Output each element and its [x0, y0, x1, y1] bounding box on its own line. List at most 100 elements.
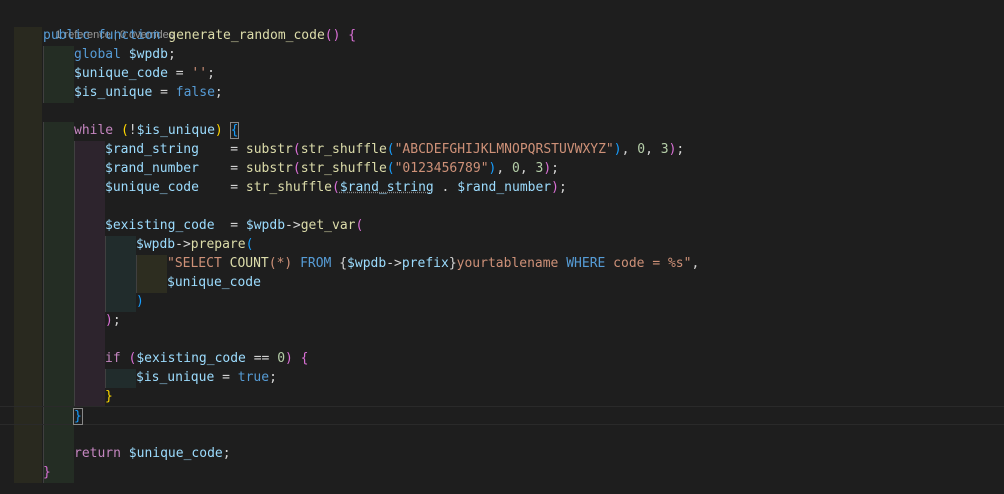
- code-line-12[interactable]: $wpdb->prepare(: [0, 235, 1004, 254]
- bracket: (: [120, 351, 137, 366]
- code-line-13[interactable]: "SELECT COUNT(*) FROM {$wpdb->prefix}you…: [0, 254, 1004, 273]
- variable: $existing_code: [136, 351, 246, 366]
- bracket: (: [386, 161, 395, 176]
- code-line-9[interactable]: $unique_code = str_shuffle($rand_string …: [0, 178, 1004, 197]
- comma: ,: [621, 142, 638, 157]
- code-editor[interactable]: 1 reference | 0 overrides public functio…: [0, 0, 1004, 494]
- function-call: str_shuffle: [245, 180, 332, 195]
- variable: $rand_number: [457, 180, 552, 195]
- semicolon: ;: [551, 161, 559, 176]
- string-literal: "ABCDEFGHIJKLMNOPQRSTUVWXYZ": [394, 142, 614, 157]
- interpolation-brace: }: [448, 256, 457, 271]
- bracket: }: [105, 389, 113, 404]
- operator: =: [214, 218, 246, 233]
- comma: ,: [496, 161, 513, 176]
- number-literal: 0: [637, 142, 646, 157]
- operator: .: [433, 180, 458, 195]
- variable: $is_unique: [136, 123, 215, 138]
- interpolation-brace: {: [339, 256, 348, 271]
- variable: $wpdb: [347, 256, 387, 271]
- code-line-4[interactable]: $is_unique = false;: [0, 83, 1004, 102]
- code-line-8[interactable]: $rand_number = substr(str_shuffle("01234…: [0, 159, 1004, 178]
- string-literal: "SELECT: [167, 256, 230, 271]
- bracket: (: [386, 142, 395, 157]
- semicolon: ;: [112, 313, 121, 328]
- bracket: ): [613, 142, 622, 157]
- operator: =: [152, 85, 176, 100]
- bracket: (: [292, 161, 301, 176]
- operator: ==: [245, 351, 278, 366]
- keyword: return: [74, 446, 121, 461]
- comma: ,: [519, 161, 536, 176]
- matched-bracket: {: [229, 122, 240, 139]
- variable: $existing_code: [105, 218, 215, 233]
- bracket: {: [348, 28, 357, 43]
- method-call: get_var: [300, 218, 356, 233]
- code-line-16[interactable]: );: [0, 311, 1004, 330]
- bracket: (: [113, 123, 129, 138]
- code-line-20[interactable]: }: [0, 387, 1004, 406]
- semicolon: ;: [214, 85, 223, 100]
- code-line-11[interactable]: $existing_code = $wpdb->get_var(: [0, 216, 1004, 235]
- bracket: (: [245, 237, 254, 252]
- matched-bracket: }: [73, 408, 83, 425]
- bracket: ): [136, 294, 144, 309]
- variable: $wpdb: [136, 237, 176, 252]
- keyword: if: [105, 351, 121, 366]
- bracket: (: [331, 180, 340, 195]
- code-line-6[interactable]: while (!$is_unique) {: [0, 121, 1004, 140]
- function-call: substr: [245, 161, 293, 176]
- bracket: ): [332, 28, 341, 43]
- arrow-operator: ->: [285, 218, 301, 233]
- function-call: str_shuffle: [300, 142, 387, 157]
- code-line-18[interactable]: if ($existing_code == 0) {: [0, 349, 1004, 368]
- sql-function: COUNT: [229, 256, 269, 271]
- comma: ,: [691, 256, 700, 271]
- codelens: 1 reference | 0 overrides: [43, 11, 174, 41]
- code-line-14[interactable]: $unique_code: [0, 273, 1004, 292]
- variable: $rand_string: [105, 142, 199, 157]
- code-line-7[interactable]: $rand_string = substr(str_shuffle("ABCDE…: [0, 140, 1004, 159]
- variable: $wpdb: [245, 218, 286, 233]
- variable: $is_unique: [136, 370, 215, 385]
- number-literal: 3: [660, 142, 669, 157]
- variable: $rand_string: [339, 180, 434, 195]
- semicolon: ;: [269, 370, 277, 385]
- code-line-23[interactable]: return $unique_code;: [0, 444, 1004, 463]
- number-literal: 0: [512, 161, 520, 176]
- bracket: (: [324, 28, 333, 43]
- code-line-21-current[interactable]: }: [0, 406, 1004, 425]
- keyword: public: [43, 28, 90, 43]
- function-call: str_shuffle: [300, 161, 387, 176]
- number-literal: 0: [277, 351, 286, 366]
- string-literal: "0123456789": [394, 161, 489, 176]
- code-line-24[interactable]: }: [0, 463, 1004, 482]
- variable: $unique_code: [74, 66, 168, 81]
- method-call: prepare: [190, 237, 246, 252]
- boolean-literal: true: [237, 370, 270, 385]
- arrow-operator: ->: [386, 256, 402, 271]
- function-call: substr: [245, 142, 293, 157]
- code-line-2[interactable]: global $wpdb;: [0, 45, 1004, 64]
- arrow-operator: ->: [175, 237, 191, 252]
- operator: =: [198, 180, 246, 195]
- code-line-3[interactable]: $unique_code = '';: [0, 64, 1004, 83]
- semicolon: ;: [207, 66, 215, 81]
- operator: =: [198, 142, 246, 157]
- bracket: ): [285, 351, 293, 366]
- code-line-19[interactable]: $is_unique = true;: [0, 368, 1004, 387]
- operator: =: [167, 66, 192, 81]
- bracket: ): [214, 123, 223, 138]
- code-line-1[interactable]: public function generate_random_code() {: [0, 26, 1004, 45]
- string-literal: yourtablename: [456, 256, 567, 271]
- code-line-15[interactable]: ): [0, 292, 1004, 311]
- variable: $is_unique: [74, 85, 153, 100]
- sql-keyword: WHERE: [566, 256, 606, 271]
- semicolon: ;: [222, 446, 231, 461]
- bracket: ): [105, 313, 113, 328]
- comma: ,: [645, 142, 661, 157]
- string-literal: (*): [268, 256, 301, 271]
- semicolon: ;: [558, 180, 567, 195]
- semicolon: ;: [676, 142, 685, 157]
- semicolon: ;: [167, 47, 176, 62]
